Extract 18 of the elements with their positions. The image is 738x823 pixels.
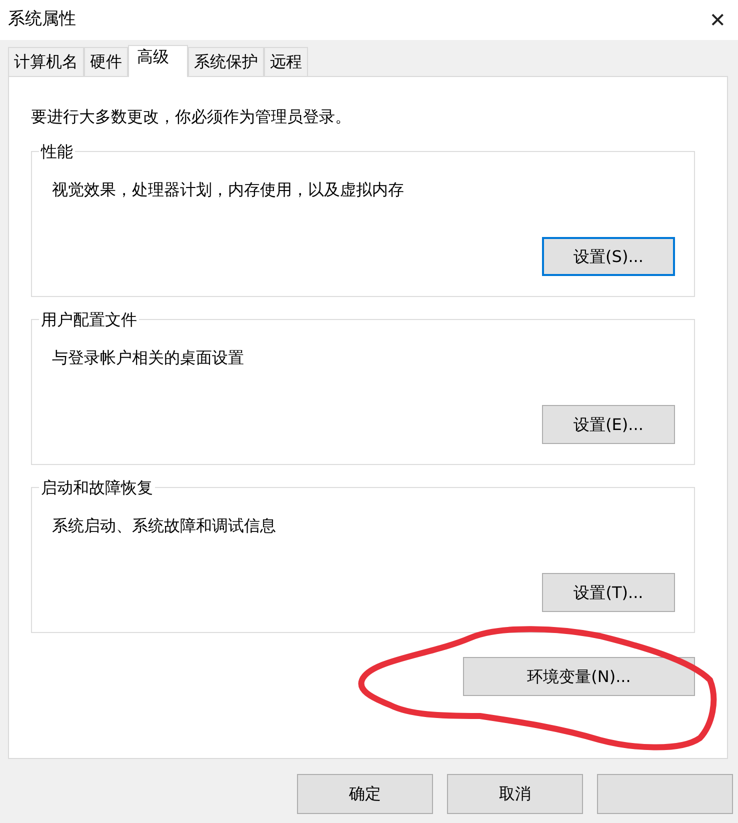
- group-description: 系统启动、系统故障和调试信息: [52, 515, 277, 537]
- dialog-button[interactable]: 确定: [297, 774, 433, 814]
- window-title: 系统属性: [8, 8, 76, 32]
- tab[interactable]: 高级: [128, 45, 188, 77]
- group-description: 视觉效果，处理器计划，内存使用，以及虚拟内存: [52, 179, 405, 201]
- tab[interactable]: 系统保护: [188, 47, 264, 76]
- tab[interactable]: 硬件: [84, 47, 128, 76]
- group-description: 与登录帐户相关的桌面设置: [52, 347, 245, 369]
- settings-button[interactable]: 设置(S)...: [542, 237, 675, 276]
- dialog-button[interactable]: 取消: [447, 774, 583, 814]
- notice-text: 要进行大多数更改，你必须作为管理员登录。: [31, 106, 352, 128]
- tab[interactable]: 远程: [264, 47, 308, 76]
- close-button[interactable]: ✕: [705, 5, 730, 35]
- tab[interactable]: 计算机名: [8, 47, 84, 76]
- settings-button[interactable]: 设置(T)...: [542, 573, 675, 612]
- settings-button[interactable]: 设置(E)...: [542, 405, 675, 444]
- environment-variables-button[interactable]: 环境变量(N)...: [463, 657, 695, 696]
- dialog-button[interactable]: [597, 774, 733, 814]
